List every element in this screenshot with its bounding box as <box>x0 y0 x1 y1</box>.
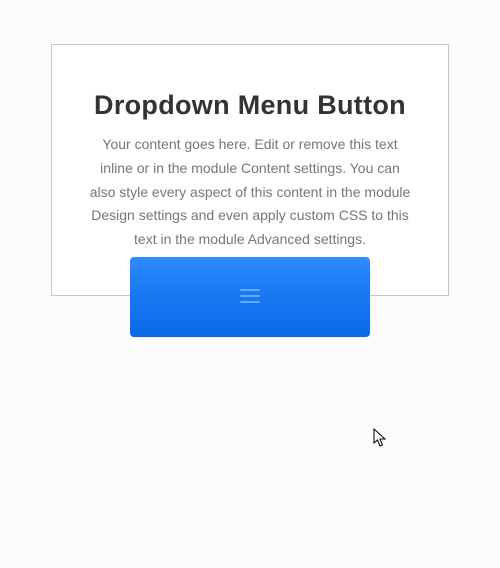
page-title: Dropdown Menu Button <box>82 90 418 121</box>
hamburger-icon <box>239 285 261 310</box>
mouse-cursor <box>373 428 389 448</box>
content-card: Dropdown Menu Button Your content goes h… <box>51 44 449 296</box>
dropdown-menu-button[interactable] <box>130 257 370 337</box>
description-text: Your content goes here. Edit or remove t… <box>82 133 418 252</box>
